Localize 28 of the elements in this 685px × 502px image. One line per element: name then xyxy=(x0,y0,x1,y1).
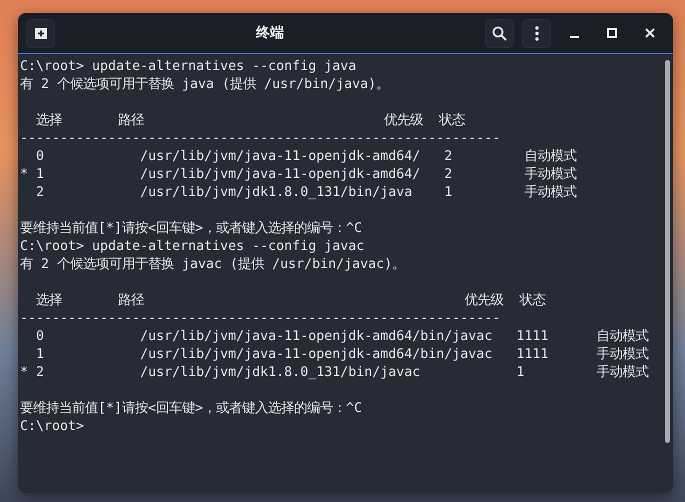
terminal-line: 选择 路径 优先级 状态 xyxy=(35,113,466,128)
terminal-line: 有 2 个候选项可用于替换 javac (提供 /usr/bin/javac)。 xyxy=(20,257,406,272)
terminal-line: 0 /usr/lib/jvm/java-11-openjdk-amd64/ 2 自动模式 xyxy=(35,149,576,164)
terminal-line: 要维持当前值[*]请按<回车键>，或者键入选择的编号：^C xyxy=(20,221,362,236)
new-tab-button[interactable] xyxy=(26,18,55,48)
new-tab-icon xyxy=(34,26,48,40)
terminal-line: 选择 路径 优先级 状态 xyxy=(35,293,546,308)
terminal-line: ------------------------------------------------------------ xyxy=(20,311,500,326)
terminal-line: ------------------------------------------------------------ xyxy=(20,131,500,146)
terminal-line: C:\root> update-alternatives --config javac xyxy=(20,239,364,254)
terminal-line: 2 /usr/lib/jvm/jdk1.8.0_131/bin/java 1 手动模式 xyxy=(35,185,576,200)
search-button[interactable] xyxy=(485,18,514,48)
minimize-icon xyxy=(570,36,578,38)
terminal-line: 要维持当前值[*]请按<回车键>，或者键入选择的编号：^C xyxy=(20,401,362,416)
terminal-line: 1 /usr/lib/jvm/java-11-openjdk-amd64/bin/javac 1111 手动模式 xyxy=(35,347,648,362)
terminal-line: C:\root> update-alternatives --config java xyxy=(20,59,356,74)
close-icon xyxy=(645,28,655,38)
window-title: 终端 xyxy=(254,24,285,42)
terminal-line: * 2 /usr/lib/jvm/jdk1.8.0_131/bin/javac 1 手动模式 xyxy=(20,365,648,380)
maximize-icon xyxy=(607,28,617,38)
menu-icon xyxy=(534,26,538,40)
scrollbar[interactable] xyxy=(665,60,670,443)
menu-button[interactable] xyxy=(522,18,551,48)
terminal-line: C:\root> xyxy=(20,419,84,434)
search-icon xyxy=(492,26,507,40)
terminal-line: * 1 /usr/lib/jvm/java-11-openjdk-amd64/ 2 手动模式 xyxy=(20,167,576,182)
terminal-line: 有 2 个候选项可用于替换 java (提供 /usr/bin/java)。 xyxy=(20,77,390,92)
terminal-line: 0 /usr/lib/jvm/java-11-openjdk-amd64/bin/javac 1111 自动模式 xyxy=(35,329,648,344)
